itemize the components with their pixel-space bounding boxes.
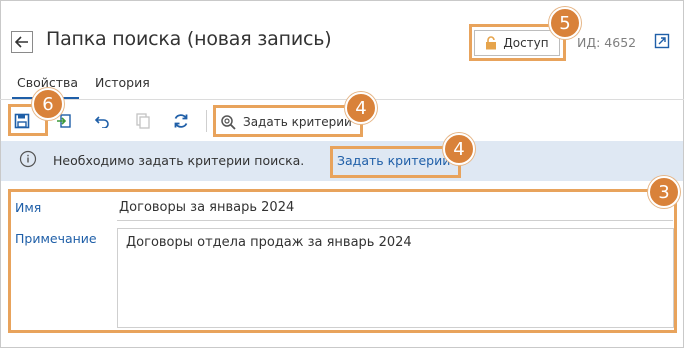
copy-icon [136, 113, 150, 129]
page-title: Папка поиска (новая запись) [46, 28, 332, 50]
info-icon [19, 150, 37, 168]
callout-badge-6: 6 [32, 88, 64, 120]
back-button[interactable] [11, 31, 33, 53]
info-message: Необходимо задать критерии поиска. [53, 153, 305, 168]
undo-icon [94, 116, 109, 128]
highlight-criteria-link [330, 146, 461, 178]
record-id: ИД: 4652 [577, 35, 637, 50]
arrow-left-icon [15, 36, 28, 48]
callout-badge-4-info: 4 [443, 133, 475, 165]
highlight-form [8, 189, 677, 333]
undo-button[interactable] [91, 110, 113, 132]
open-external-icon[interactable] [654, 33, 670, 49]
toolbar-separator [206, 110, 207, 132]
copy-button[interactable] [132, 110, 154, 132]
refresh-icon [174, 114, 188, 128]
callout-badge-3: 3 [648, 176, 680, 208]
refresh-button[interactable] [170, 110, 192, 132]
tabs-divider [0, 99, 684, 100]
callout-badge-5: 5 [549, 7, 581, 39]
tab-history[interactable]: История [95, 75, 150, 90]
callout-badge-4-toolbar: 4 [345, 92, 377, 124]
highlight-criteria-button [213, 105, 363, 137]
